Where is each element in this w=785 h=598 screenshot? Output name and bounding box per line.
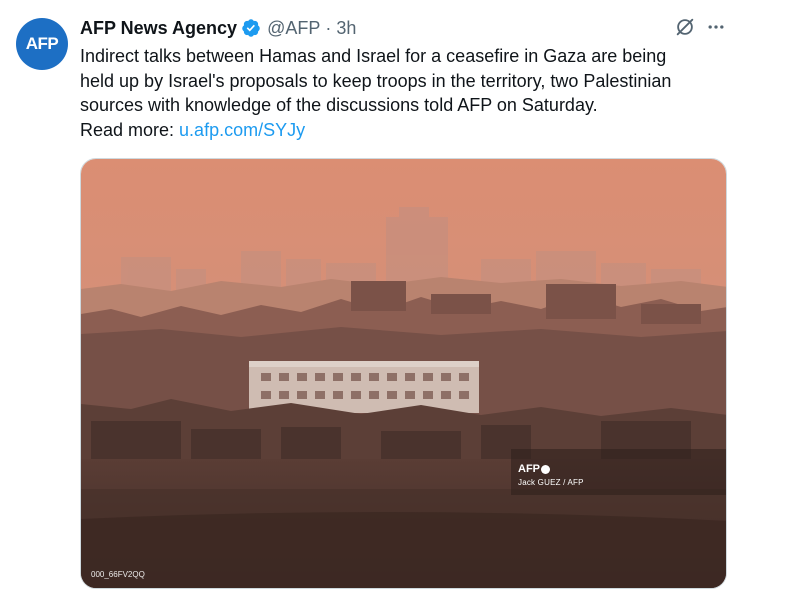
author-handle[interactable]: @AFP: [267, 18, 320, 39]
timestamp[interactable]: 3h: [336, 18, 356, 39]
article-link[interactable]: u.afp.com/SYJy: [179, 120, 305, 140]
watermark-logo-text: AFP: [518, 463, 540, 475]
read-more-line: Read more: u.afp.com/SYJy: [80, 118, 740, 143]
photo-gaza-skyline: [81, 159, 726, 588]
grok-button[interactable]: [672, 14, 698, 40]
more-icon: [708, 25, 724, 29]
tweet-text-line: held up by Israel's proposals to keep tr…: [80, 70, 672, 91]
tweet-header: AFP News Agency @AFP · 3h: [80, 17, 356, 39]
image-id-label: 000_66FV2QQ: [91, 570, 145, 579]
tweet-card[interactable]: AFP AFP News Agency @AFP · 3h Indirect t…: [0, 0, 785, 598]
tweet-photo[interactable]: [80, 158, 727, 589]
tweet-text-line: sources with knowledge of the discussion…: [80, 95, 598, 115]
avatar-text: AFP: [25, 34, 59, 53]
afp-watermark-logo: AFP: [518, 463, 584, 475]
tweet-text: Indirect talks between Hamas and Israel …: [80, 44, 740, 142]
photo-credit: Jack GUEZ / AFP: [518, 478, 584, 487]
separator-dot: ·: [325, 17, 332, 38]
verified-badge-icon: [242, 19, 260, 37]
author-name[interactable]: AFP News Agency: [80, 18, 237, 39]
watermark-dot-icon: [541, 464, 550, 474]
grok-icon: [676, 18, 694, 36]
tweet-text-line: Indirect talks between Hamas and Israel …: [80, 46, 667, 66]
read-more-label: Read more:: [80, 119, 180, 140]
more-button[interactable]: [703, 14, 729, 40]
photo-watermark: AFP Jack GUEZ / AFP: [518, 463, 584, 487]
avatar[interactable]: AFP: [16, 18, 68, 70]
